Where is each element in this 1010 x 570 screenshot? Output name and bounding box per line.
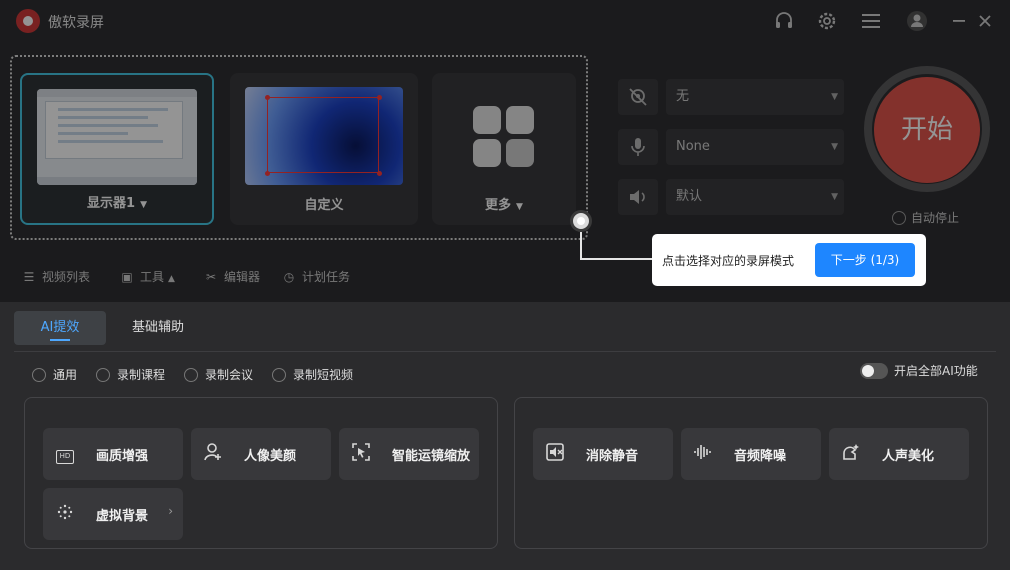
- toolbox-icon: ▣: [121, 270, 133, 284]
- menu-icon[interactable]: [860, 10, 882, 32]
- app-logo-icon: [16, 9, 40, 33]
- hd-icon: HD: [53, 442, 77, 466]
- app-title: 傲软录屏: [48, 15, 104, 31]
- minimize-icon[interactable]: [948, 10, 970, 32]
- source-card-label: 更多 ▼: [485, 198, 523, 213]
- enable-all-ai[interactable]: 开启全部AI功能: [860, 362, 978, 379]
- region-selection-rect: [267, 97, 379, 173]
- guide-connector-line: [580, 232, 652, 260]
- feature-label: 画质增强: [96, 449, 149, 464]
- radio-button[interactable]: [32, 368, 46, 382]
- mute-remove-icon: [543, 442, 567, 466]
- radio-button[interactable]: [184, 368, 198, 382]
- all-ai-toggle[interactable]: [860, 363, 888, 379]
- gear-icon[interactable]: [816, 10, 838, 32]
- mode-short-video[interactable]: 录制短视频: [272, 366, 353, 383]
- speaker-row: 默认 ▼: [618, 179, 844, 215]
- chevron-right-icon[interactable]: ›: [168, 504, 173, 518]
- source-card-more[interactable]: 更多 ▼: [432, 73, 576, 225]
- source-card-monitor[interactable]: 显示器1 ▼: [20, 73, 214, 225]
- camera-select[interactable]: 无 ▼: [666, 79, 844, 115]
- camera-off-icon[interactable]: [618, 79, 658, 115]
- feature-smart-zoom[interactable]: 智能运镜缩放: [339, 428, 479, 480]
- video-ai-panel: HD 画质增强 人像美颜 智能运镜缩放 虚拟背景 ›: [24, 397, 498, 549]
- feature-label: 消除静音: [586, 449, 639, 464]
- chevron-down-icon[interactable]: ▼: [140, 200, 147, 210]
- feature-portrait-beauty[interactable]: 人像美颜: [191, 428, 331, 480]
- mode-course[interactable]: 录制课程: [96, 366, 165, 383]
- close-icon[interactable]: [974, 10, 996, 32]
- speaker-icon[interactable]: [618, 179, 658, 215]
- chevron-up-icon: ▲: [168, 274, 175, 284]
- guide-text: 点击选择对应的录屏模式: [662, 254, 795, 268]
- guide-next-button[interactable]: 下一步 (1/3): [815, 243, 915, 277]
- microphone-select[interactable]: None ▼: [666, 129, 844, 165]
- mode-meeting[interactable]: 录制会议: [184, 366, 253, 383]
- chevron-down-icon[interactable]: ▼: [516, 202, 523, 212]
- portrait-icon: [201, 442, 225, 466]
- feature-label: 音频降噪: [734, 449, 787, 464]
- radio-button[interactable]: [96, 368, 110, 382]
- tools-button[interactable]: ▣ 工具 ▲: [120, 268, 175, 285]
- tab-ai[interactable]: AI提效: [14, 311, 106, 345]
- source-card-label: 显示器1 ▼: [87, 196, 147, 211]
- voice-beautify-icon: [839, 442, 863, 466]
- scissors-icon: ✂: [205, 270, 217, 284]
- mode-general[interactable]: 通用: [32, 366, 77, 383]
- speaker-select[interactable]: 默认 ▼: [666, 179, 844, 215]
- wallpaper-thumbnail: [245, 87, 403, 185]
- list-icon: ☰: [23, 270, 35, 284]
- tab-basic[interactable]: 基础辅助: [114, 311, 202, 345]
- feature-voice-beautify[interactable]: 人声美化: [829, 428, 969, 480]
- guide-pointer-handle: [570, 210, 592, 232]
- guide-tooltip: 点击选择对应的录屏模式 下一步 (1/3): [652, 234, 926, 286]
- source-card-label: 自定义: [304, 198, 344, 213]
- avatar-icon[interactable]: [906, 10, 928, 32]
- chevron-down-icon: ▼: [831, 142, 838, 152]
- tab-divider: [14, 351, 996, 352]
- feature-virtual-background[interactable]: 虚拟背景 ›: [43, 488, 183, 540]
- radio-button[interactable]: [892, 211, 906, 225]
- editor-button[interactable]: ✂ 编辑器: [204, 268, 260, 285]
- cursor-focus-icon: [349, 442, 373, 466]
- source-card-custom[interactable]: 自定义: [230, 73, 418, 225]
- start-button[interactable]: 开始: [874, 77, 980, 183]
- schedule-icon: ◷: [283, 270, 295, 284]
- desktop-thumbnail: [37, 89, 197, 185]
- sparkle-icon: [53, 502, 77, 526]
- microphone-row: None ▼: [618, 129, 844, 165]
- audio-ai-panel: 消除静音 音频降噪 人声美化: [514, 397, 988, 549]
- chevron-down-icon: ▼: [831, 192, 838, 202]
- title-bar: 傲软录屏: [0, 0, 1010, 42]
- grid-icon: [473, 106, 535, 168]
- feature-remove-silence[interactable]: 消除静音: [533, 428, 673, 480]
- chevron-down-icon: ▼: [831, 92, 838, 102]
- feature-label: 智能运镜缩放: [392, 449, 471, 464]
- camera-row: 无 ▼: [618, 79, 844, 115]
- feature-noise-reduction[interactable]: 音频降噪: [681, 428, 821, 480]
- waveform-icon: [691, 442, 715, 466]
- feature-label: 人像美颜: [244, 449, 297, 464]
- video-list-button[interactable]: ☰ 视频列表: [22, 268, 90, 285]
- feature-label: 人声美化: [882, 449, 935, 464]
- feature-quality-enhance[interactable]: HD 画质增强: [43, 428, 183, 480]
- recording-source-selector: 显示器1 ▼ 自定义 更多 ▼: [10, 55, 588, 240]
- headset-icon[interactable]: [773, 10, 795, 32]
- scheduled-task-button[interactable]: ◷ 计划任务: [282, 268, 350, 285]
- microphone-icon[interactable]: [618, 129, 658, 165]
- feature-label: 虚拟背景: [96, 509, 149, 524]
- radio-button[interactable]: [272, 368, 286, 382]
- auto-stop-option[interactable]: 自动停止: [892, 209, 959, 226]
